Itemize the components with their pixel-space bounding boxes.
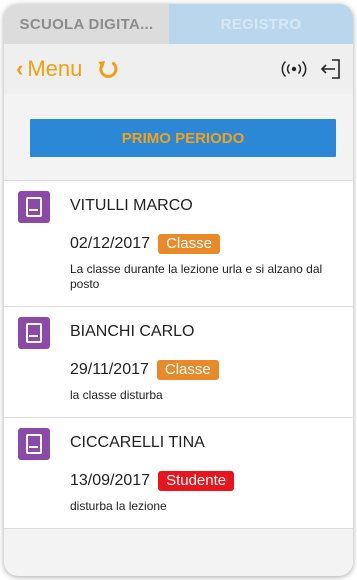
book-icon	[18, 317, 50, 349]
student-name: CICCARELLI TINA	[70, 434, 205, 451]
list-item[interactable]: CICCARELLI TINA 13/09/2017 Studente dist…	[4, 418, 353, 529]
note-tag: Studente	[158, 471, 235, 491]
student-name: VITULLI MARCO	[70, 197, 193, 214]
note-meta: 29/11/2017 Classe	[70, 359, 343, 381]
note-date: 02/12/2017	[70, 235, 151, 252]
navbar-actions	[279, 57, 343, 81]
navigation-bar: ‹ Menu	[4, 44, 353, 94]
chevron-left-icon: ‹	[16, 56, 24, 81]
notes-list: VITULLI MARCO 02/12/2017 Classe La class…	[4, 180, 353, 529]
logout-icon[interactable]	[319, 57, 343, 81]
menu-label: Menu	[27, 56, 83, 81]
list-item[interactable]: VITULLI MARCO 02/12/2017 Classe La class…	[4, 181, 353, 307]
note-text: la classe disturba	[70, 388, 163, 402]
refresh-icon[interactable]	[96, 57, 120, 81]
note-date: 13/09/2017	[70, 472, 151, 489]
book-icon	[18, 428, 50, 460]
note-tag: Classe	[158, 234, 220, 254]
top-tab-bar: SCUOLA DIGITA... REGISTRO	[4, 4, 353, 44]
book-icon	[18, 191, 50, 223]
student-name: BIANCHI CARLO	[70, 323, 195, 340]
period-button[interactable]: PRIMO PERIODO	[30, 119, 336, 157]
note-tag: Classe	[156, 360, 219, 380]
note-meta: 02/12/2017 Classe	[70, 233, 343, 255]
note-text: disturba la lezione	[70, 499, 167, 513]
note-meta: 13/09/2017 Studente	[70, 470, 343, 492]
menu-back-button[interactable]: ‹ Menu	[16, 56, 82, 82]
tab-scuola-digitale[interactable]: SCUOLA DIGITA...	[4, 4, 169, 44]
app-frame: SCUOLA DIGITA... REGISTRO ‹ Menu PRIMO P…	[4, 4, 353, 576]
note-date: 29/11/2017	[70, 361, 149, 378]
period-section: PRIMO PERIODO	[4, 94, 353, 180]
tab-registro[interactable]: REGISTRO	[169, 4, 353, 44]
list-item[interactable]: BIANCHI CARLO 29/11/2017 Classe la class…	[4, 307, 353, 418]
broadcast-icon[interactable]	[279, 60, 309, 78]
note-text: La classe durante la lezione urla e si a…	[70, 262, 323, 291]
